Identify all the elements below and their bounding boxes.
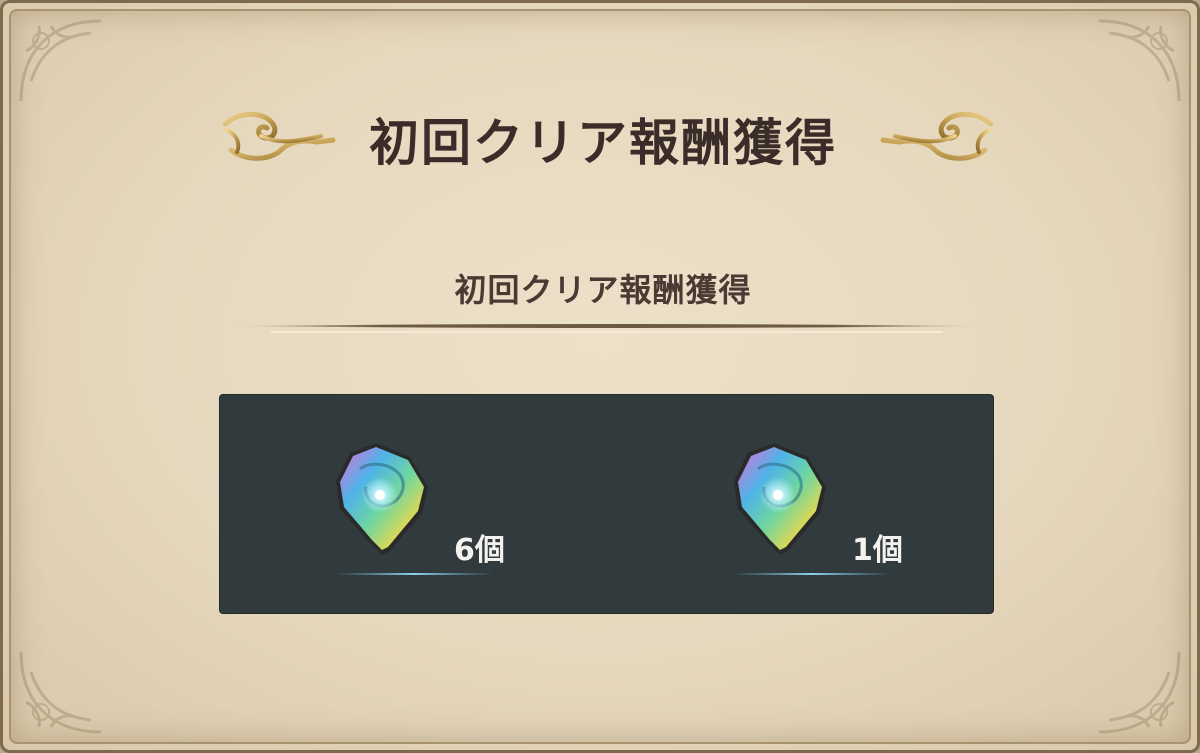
item-underline bbox=[334, 573, 494, 575]
gold-flourish-right-icon bbox=[880, 111, 994, 161]
section-divider bbox=[231, 324, 983, 333]
reward-count: 1個 bbox=[852, 533, 903, 568]
section-heading: 初回クリア報酬獲得 bbox=[454, 271, 752, 309]
rainbow-crystal-icon bbox=[734, 443, 826, 555]
corner-ornament-icon bbox=[19, 651, 102, 734]
corner-ornament-icon bbox=[1098, 651, 1181, 734]
reward-item[interactable]: 1個 bbox=[728, 395, 908, 615]
dialog-title: 初回クリア報酬獲得 bbox=[369, 114, 837, 172]
reward-count: 6個 bbox=[454, 533, 505, 568]
reward-item[interactable]: 6個 bbox=[330, 395, 510, 615]
rainbow-crystal-icon bbox=[336, 443, 428, 555]
reward-list: 6個 1個 bbox=[219, 394, 994, 614]
item-underline bbox=[732, 573, 892, 575]
reward-dialog: 初回クリア報酬獲得 初回クリア報酬獲得 6個 1個 bbox=[0, 0, 1200, 753]
